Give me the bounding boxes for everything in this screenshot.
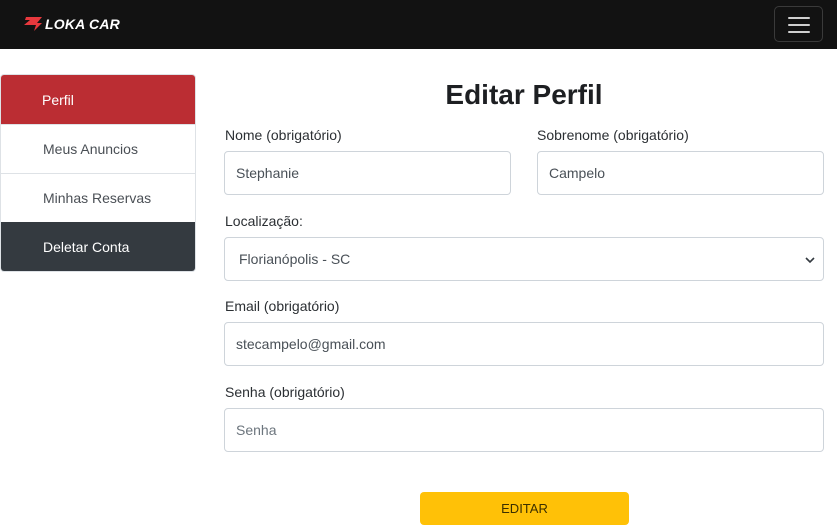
localizacao-label: Localização: <box>225 213 303 229</box>
hamburger-icon <box>788 17 810 19</box>
top-navbar: LOKA CAR <box>0 0 837 49</box>
email-label: Email (obrigatório) <box>225 298 340 314</box>
sidebar-item-label: Meus Anuncios <box>43 141 138 157</box>
sidebar-item-label: Perfil <box>42 91 74 108</box>
sobrenome-value: Campelo <box>549 165 606 181</box>
editar-button[interactable]: EDITAR <box>420 492 629 525</box>
sidebar-item-perfil[interactable]: Perfil <box>1 75 195 124</box>
email-value: stecampelo@gmail.com <box>236 336 386 352</box>
localizacao-value: Florianópolis - SC <box>239 251 351 267</box>
sidebar-item-label: Deletar Conta <box>43 238 130 255</box>
email-input[interactable]: stecampelo@gmail.com <box>224 322 824 366</box>
nome-input[interactable]: Stephanie <box>224 151 511 195</box>
localizacao-select[interactable]: Florianópolis - SC <box>224 237 824 281</box>
chevron-down-icon <box>805 257 815 264</box>
sidebar-item-deletar-conta[interactable]: Deletar Conta <box>1 222 195 271</box>
sobrenome-input[interactable]: Campelo <box>537 151 824 195</box>
profile-sidebar: Perfil Meus Anuncios Minhas Reservas Del… <box>0 74 196 272</box>
nome-value: Stephanie <box>236 165 300 181</box>
car-logo-icon <box>24 17 42 31</box>
senha-placeholder: Senha <box>236 422 277 438</box>
sidebar-item-meus-anuncios[interactable]: Meus Anuncios <box>1 124 195 173</box>
page-title: Editar Perfil <box>445 79 603 110</box>
nome-label: Nome (obrigatório) <box>225 127 342 143</box>
menu-toggle-button[interactable] <box>774 6 823 42</box>
senha-label: Senha (obrigatório) <box>225 384 345 400</box>
brand-logo[interactable]: LOKA CAR <box>22 14 120 34</box>
sobrenome-label: Sobrenome (obrigatório) <box>537 127 689 143</box>
sidebar-item-label: Minhas Reservas <box>43 190 152 206</box>
brand-name: LOKA CAR <box>45 16 120 32</box>
senha-input[interactable]: Senha <box>224 408 824 452</box>
sidebar-item-minhas-reservas[interactable]: Minhas Reservas <box>1 173 195 222</box>
